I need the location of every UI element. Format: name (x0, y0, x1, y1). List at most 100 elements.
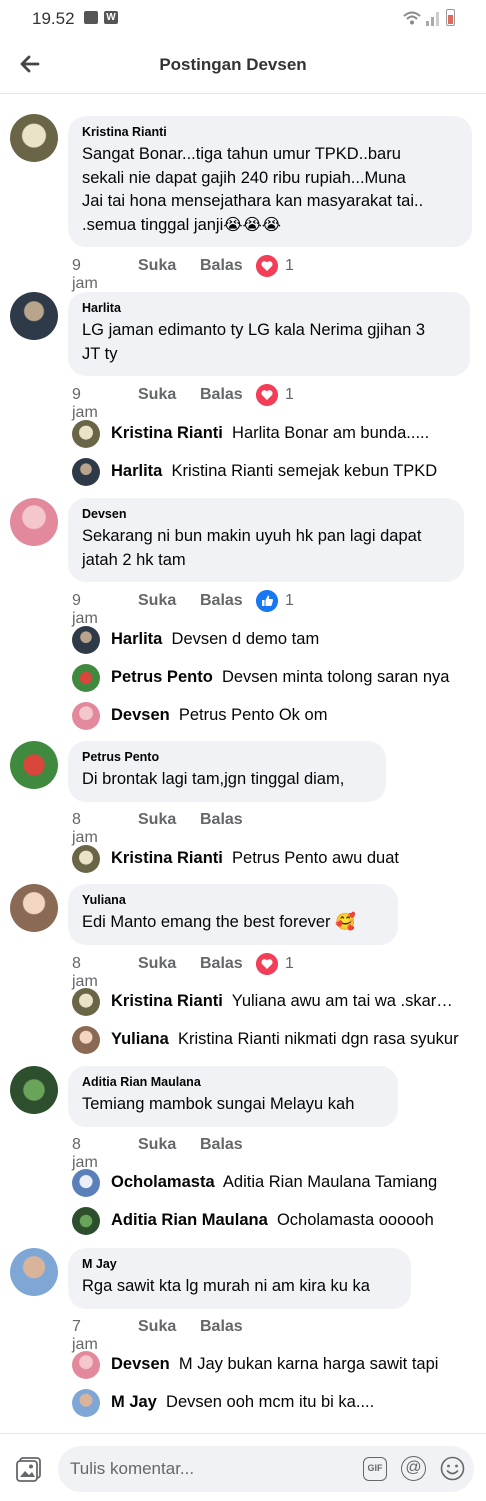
love-reaction-icon[interactable] (256, 384, 278, 406)
comment-input-placeholder[interactable]: Tulis komentar... (70, 1459, 194, 1479)
reply-text[interactable]: Petrus Pento Devsen minta tolong saran n… (111, 668, 459, 687)
photo-icon[interactable] (16, 1456, 42, 1482)
comment-bubble[interactable]: Harlita LG jaman edimanto ty LG kala Ner… (68, 292, 470, 376)
avatar[interactable] (10, 1066, 58, 1114)
comment-bubble[interactable]: M Jay Rga sawit kta lg murah ni am kira … (68, 1248, 411, 1309)
reply-preview[interactable]: M Jay Devsen ooh mcm itu bi ka.... (72, 1389, 472, 1417)
comment-bubble[interactable]: Petrus Pento Di brontak lagi tam,jgn tin… (68, 741, 386, 802)
reply-preview[interactable]: Ocholamasta Aditia Rian Maulana Tamiang (72, 1169, 472, 1197)
avatar[interactable] (10, 741, 58, 789)
reply-text[interactable]: Yuliana Kristina Rianti nikmati dgn rasa… (111, 1030, 459, 1049)
comment-bubble[interactable]: Yuliana Edi Manto emang the best forever… (68, 884, 398, 945)
reaction-count[interactable]: 1 (285, 955, 294, 973)
like-button[interactable]: Suka (138, 955, 176, 973)
reply-text[interactable]: Kristina Rianti Petrus Pento awu duat (111, 849, 459, 868)
reply-preview[interactable]: Kristina Rianti Petrus Pento awu duat (72, 845, 472, 873)
reply-author[interactable]: Harlita (111, 630, 162, 648)
reply-text[interactable]: M Jay Devsen ooh mcm itu bi ka.... (111, 1393, 459, 1412)
reply-text[interactable]: Kristina Rianti Yuliana awu am tai wa .s… (111, 992, 459, 1011)
reply-preview[interactable]: Harlita Devsen d demo tam (72, 626, 472, 654)
reply-author[interactable]: Ocholamasta (111, 1173, 215, 1191)
reply-preview[interactable]: Devsen M Jay bukan karna harga sawit tap… (72, 1351, 472, 1379)
comment-text: Rga sawit kta lg murah ni am kira ku ka (82, 1277, 370, 1295)
avatar[interactable] (72, 420, 100, 448)
comment-author[interactable]: Aditia Rian Maulana (82, 1075, 384, 1089)
gif-icon[interactable]: GIF (363, 1457, 387, 1481)
comment-author[interactable]: Yuliana (82, 893, 384, 907)
avatar[interactable] (72, 1169, 100, 1197)
reply-author[interactable]: Harlita (111, 462, 162, 480)
avatar[interactable] (72, 702, 100, 730)
reply-preview[interactable]: Petrus Pento Devsen minta tolong saran n… (72, 664, 472, 692)
reply-text[interactable]: Harlita Devsen d demo tam (111, 630, 459, 649)
reply-text[interactable]: Aditia Rian Maulana Ocholamasta oooooh (111, 1211, 459, 1230)
comment-author[interactable]: Devsen (82, 507, 450, 521)
avatar[interactable] (72, 626, 100, 654)
reply-preview[interactable]: Harlita Kristina Rianti semejak kebun TP… (72, 458, 472, 486)
like-button[interactable]: Suka (138, 592, 176, 610)
reply-button[interactable]: Balas (200, 386, 243, 404)
avatar[interactable] (72, 988, 100, 1016)
reply-author[interactable]: Kristina Rianti (111, 849, 223, 867)
reply-preview[interactable]: Kristina Rianti Harlita Bonar am bunda..… (72, 420, 472, 448)
mention-icon[interactable]: @ (401, 1456, 426, 1481)
like-button[interactable]: Suka (138, 257, 176, 275)
reply-text[interactable]: Kristina Rianti Harlita Bonar am bunda..… (111, 424, 459, 443)
reply-button[interactable]: Balas (200, 955, 243, 973)
reply-author[interactable]: Petrus Pento (111, 668, 213, 686)
avatar[interactable] (72, 1351, 100, 1379)
avatar[interactable] (72, 1207, 100, 1235)
comment-bubble[interactable]: Aditia Rian Maulana Temiang mambok sunga… (68, 1066, 398, 1127)
like-button[interactable]: Suka (138, 1136, 176, 1154)
reply-body: Yuliana awu am tai wa .skarang (231, 992, 459, 1010)
reply-author[interactable]: Kristina Rianti (111, 424, 223, 442)
avatar[interactable] (72, 664, 100, 692)
reply-button[interactable]: Balas (200, 1318, 243, 1336)
reaction-count[interactable]: 1 (285, 386, 294, 404)
reply-preview[interactable]: Yuliana Kristina Rianti nikmati dgn rasa… (72, 1026, 472, 1054)
comment-author[interactable]: Kristina Rianti (82, 125, 458, 139)
comment-author[interactable]: M Jay (82, 1257, 397, 1271)
reply-button[interactable]: Balas (200, 257, 243, 275)
reply-author[interactable]: Kristina Rianti (111, 992, 223, 1010)
avatar[interactable] (72, 1389, 100, 1417)
love-reaction-icon[interactable] (256, 255, 278, 277)
reply-author[interactable]: Devsen (111, 706, 170, 724)
reply-text[interactable]: Harlita Kristina Rianti semejak kebun TP… (111, 462, 459, 481)
avatar[interactable] (10, 292, 58, 340)
avatar[interactable] (10, 1248, 58, 1296)
reply-author[interactable]: Aditia Rian Maulana (111, 1211, 268, 1229)
reply-preview[interactable]: Kristina Rianti Yuliana awu am tai wa .s… (72, 988, 472, 1016)
avatar[interactable] (72, 845, 100, 873)
like-button[interactable]: Suka (138, 811, 176, 829)
reply-author[interactable]: Yuliana (111, 1030, 169, 1048)
reply-text[interactable]: Devsen M Jay bukan karna harga sawit tap… (111, 1355, 459, 1374)
like-button[interactable]: Suka (138, 386, 176, 404)
like-button[interactable]: Suka (138, 1318, 176, 1336)
reply-button[interactable]: Balas (200, 1136, 243, 1154)
comment-author[interactable]: Harlita (82, 301, 456, 315)
comment-author[interactable]: Petrus Pento (82, 750, 372, 764)
reaction-count[interactable]: 1 (285, 257, 294, 275)
comment-bubble[interactable]: Devsen Sekarang ni bun makin uyuh hk pan… (68, 498, 464, 582)
reply-text[interactable]: Ocholamasta Aditia Rian Maulana Tamiang (111, 1173, 459, 1192)
avatar[interactable] (10, 884, 58, 932)
comment-input[interactable]: Tulis komentar... GIF @ (58, 1446, 474, 1492)
reply-author[interactable]: Devsen (111, 1355, 170, 1373)
like-reaction-icon[interactable] (256, 590, 278, 612)
avatar[interactable] (72, 1026, 100, 1054)
reply-preview[interactable]: Aditia Rian Maulana Ocholamasta oooooh (72, 1207, 472, 1235)
emoji-icon[interactable] (440, 1456, 465, 1481)
avatar[interactable] (10, 114, 58, 162)
love-reaction-icon[interactable] (256, 953, 278, 975)
reply-text[interactable]: Devsen Petrus Pento Ok om (111, 706, 459, 725)
avatar[interactable] (72, 458, 100, 486)
reply-author[interactable]: M Jay (111, 1393, 157, 1411)
avatar[interactable] (10, 498, 58, 546)
reply-button[interactable]: Balas (200, 811, 243, 829)
reply-button[interactable]: Balas (200, 592, 243, 610)
reaction-count[interactable]: 1 (285, 592, 294, 610)
comment-bubble[interactable]: Kristina Rianti Sangat Bonar...tiga tahu… (68, 116, 472, 247)
reply-preview[interactable]: Devsen Petrus Pento Ok om (72, 702, 472, 730)
comment-time: 9 jam (72, 386, 98, 421)
